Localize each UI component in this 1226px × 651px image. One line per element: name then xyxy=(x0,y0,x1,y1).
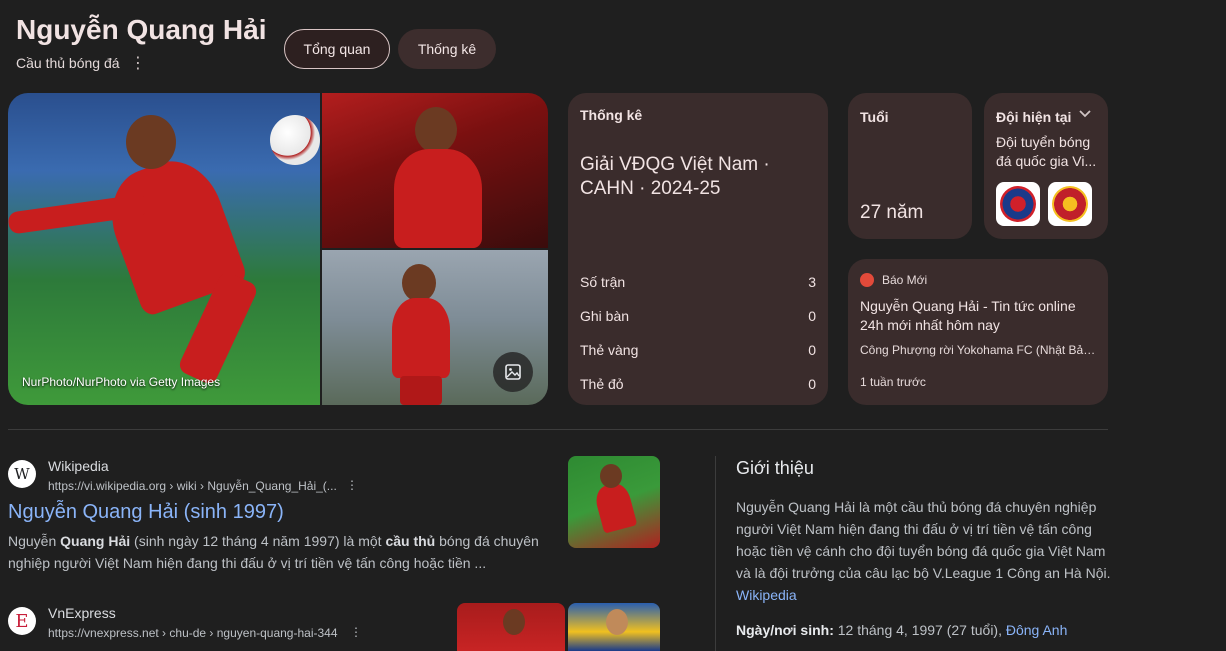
stat-row-red-cards: Thẻ đỏ 0 xyxy=(580,376,816,392)
current-team-card[interactable]: Đội hiện tại Đội tuyển bóng đá quốc gia … xyxy=(984,93,1108,239)
stat-label: Thẻ vàng xyxy=(580,342,639,358)
wikipedia-link[interactable]: Wikipedia xyxy=(736,587,797,603)
stat-label: Số trận xyxy=(580,274,626,290)
stat-label: Ghi bàn xyxy=(580,308,630,324)
stat-value: 0 xyxy=(808,308,816,324)
vff-logo-mark xyxy=(1000,186,1036,222)
snippet-bold: cầu thủ xyxy=(385,533,436,549)
baomoi-icon xyxy=(860,273,874,287)
news-time: 1 tuần trước xyxy=(860,375,926,389)
more-options-icon[interactable]: ⋮ xyxy=(346,478,358,492)
result-thumbnail[interactable] xyxy=(457,603,565,651)
player-figure xyxy=(392,298,450,378)
more-options-icon[interactable]: ⋮ xyxy=(350,625,362,639)
stat-value: 0 xyxy=(808,376,816,392)
cahn-logo-mark xyxy=(1052,186,1088,222)
player-head xyxy=(402,264,436,302)
team-label: Đội hiện tại xyxy=(996,109,1072,125)
image-icon xyxy=(505,364,521,380)
stats-league: Giải VĐQG Việt Nam · CAHN · 2024-25 xyxy=(580,154,770,199)
about-body: Nguyễn Quang Hải là một cầu thủ bóng đá … xyxy=(736,499,1111,581)
result-url[interactable]: https://vi.wikipedia.org › wiki › Nguyễn… xyxy=(48,479,337,493)
team-name: Đội tuyển bóng đá quốc gia Vi... xyxy=(996,134,1097,169)
age-value: 27 năm xyxy=(860,202,924,223)
photo-credit: NurPhoto/NurPhoto via Getty Images xyxy=(22,375,221,389)
chevron-down-icon[interactable] xyxy=(1078,107,1092,121)
news-subtitle: Công Phượng rời Yokohama FC (Nhật Bản)..… xyxy=(860,343,1096,357)
player-head xyxy=(126,115,176,169)
vff-logo[interactable] xyxy=(996,182,1040,226)
player-shorts xyxy=(400,376,442,405)
birthplace-link[interactable]: Đông Anh xyxy=(1006,622,1068,638)
divider xyxy=(8,429,1108,430)
tab-overview[interactable]: Tổng quan xyxy=(284,29,390,69)
age-label: Tuổi xyxy=(860,109,889,125)
vertical-divider xyxy=(715,456,716,651)
result-url[interactable]: https://vnexpress.net › chu-de › nguyen-… xyxy=(48,626,338,640)
stat-value: 3 xyxy=(808,274,816,290)
result-thumbnail[interactable] xyxy=(568,603,660,651)
snippet-bold: Quang Hải xyxy=(60,533,131,549)
birth-label: Ngày/nơi sinh: xyxy=(736,622,834,638)
player-head xyxy=(606,609,628,635)
snippet-text: Nguyễn xyxy=(8,533,61,549)
about-text: Nguyễn Quang Hải là một cầu thủ bóng đá … xyxy=(736,496,1111,606)
snippet-text: (sinh ngày 12 tháng 4 năm 1997) là một xyxy=(130,533,386,549)
page-title: Nguyễn Quang Hải xyxy=(16,14,267,45)
more-options-icon[interactable]: ⋮ xyxy=(130,53,146,73)
player-figure xyxy=(394,149,482,248)
player-head xyxy=(503,609,525,635)
stats-title: Thống kê xyxy=(580,107,643,123)
vnexpress-icon: E xyxy=(8,607,36,635)
stat-row-matches: Số trận 3 xyxy=(580,274,816,290)
main-photo[interactable]: NurPhoto/NurPhoto via Getty Images xyxy=(8,93,320,405)
result-site-name[interactable]: Wikipedia xyxy=(48,458,109,474)
result-thumbnail[interactable] xyxy=(568,456,660,548)
cahn-logo[interactable] xyxy=(1048,182,1092,226)
player-figure xyxy=(592,480,638,534)
stat-row-yellow-cards: Thẻ vàng 0 xyxy=(580,342,816,358)
photo-top-right[interactable] xyxy=(322,93,548,248)
page-subtitle: Cầu thủ bóng đá xyxy=(16,55,120,71)
tab-stats[interactable]: Thống kê xyxy=(398,29,496,69)
player-head xyxy=(415,107,457,153)
news-source: Báo Mới xyxy=(882,273,928,287)
image-gallery: NurPhoto/NurPhoto via Getty Images xyxy=(8,93,548,405)
stat-value: 0 xyxy=(808,342,816,358)
view-images-button[interactable] xyxy=(493,352,533,392)
age-card[interactable]: Tuổi 27 năm xyxy=(848,93,972,239)
stats-card[interactable]: Thống kê Giải VĐQG Việt Nam · CAHN · 202… xyxy=(568,93,828,405)
result-site-name[interactable]: VnExpress xyxy=(48,605,116,621)
about-title: Giới thiệu xyxy=(736,458,814,478)
player-head xyxy=(600,464,622,488)
wikipedia-icon: W xyxy=(8,460,36,488)
stat-label: Thẻ đỏ xyxy=(580,376,624,392)
birth-value: 12 tháng 4, 1997 (27 tuổi), xyxy=(833,622,1006,638)
birth-info: Ngày/nơi sinh: 12 tháng 4, 1997 (27 tuổi… xyxy=(736,622,1067,638)
result-title-link[interactable]: Nguyễn Quang Hải (sinh 1997) xyxy=(8,501,284,524)
stat-row-goals: Ghi bàn 0 xyxy=(580,308,816,324)
football xyxy=(270,115,320,165)
result-snippet: Nguyễn Quang Hải (sinh ngày 12 tháng 4 n… xyxy=(8,530,548,574)
news-title: Nguyễn Quang Hải - Tin tức online 24h mớ… xyxy=(860,298,1076,333)
news-card[interactable]: Báo Mới Nguyễn Quang Hải - Tin tức onlin… xyxy=(848,259,1108,405)
